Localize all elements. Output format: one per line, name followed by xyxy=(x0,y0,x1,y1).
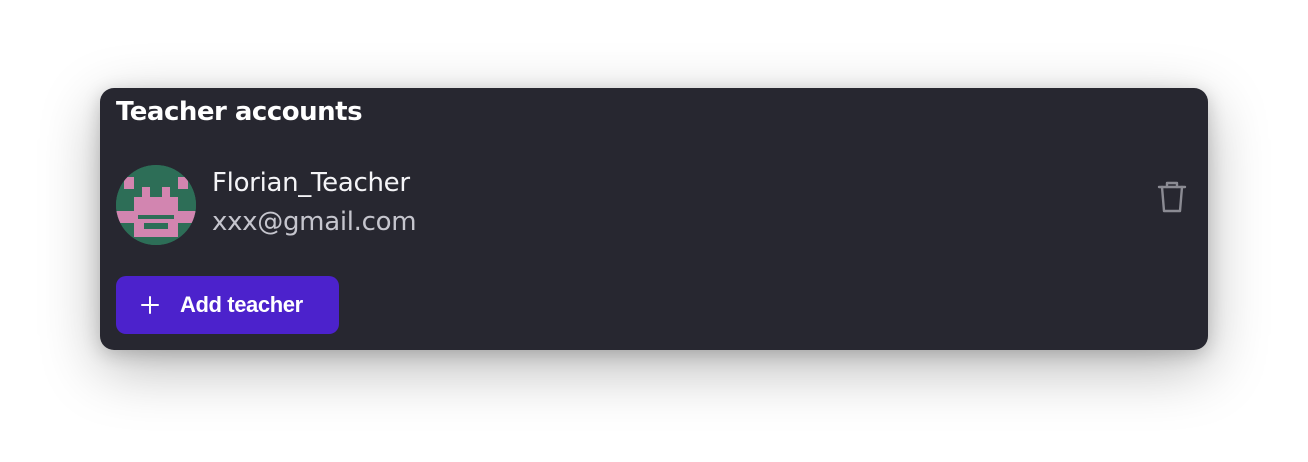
avatar xyxy=(116,165,196,245)
teacher-email: xxx@gmail.com xyxy=(212,207,417,237)
trash-icon xyxy=(1157,181,1187,213)
teacher-accounts-panel: Teacher accounts Florian_Teacher xxx@gma… xyxy=(100,88,1208,350)
plus-icon xyxy=(141,296,159,314)
teacher-list-item: Florian_Teacher xxx@gmail.com xyxy=(116,165,1192,245)
add-teacher-label: Add teacher xyxy=(180,292,303,317)
delete-teacher-button[interactable] xyxy=(1152,177,1192,217)
pixel-monster-avatar-icon xyxy=(116,165,196,245)
teacher-name: Florian_Teacher xyxy=(212,168,410,198)
panel-title: Teacher accounts xyxy=(116,97,363,127)
add-teacher-button[interactable]: Add teacher xyxy=(116,276,339,334)
